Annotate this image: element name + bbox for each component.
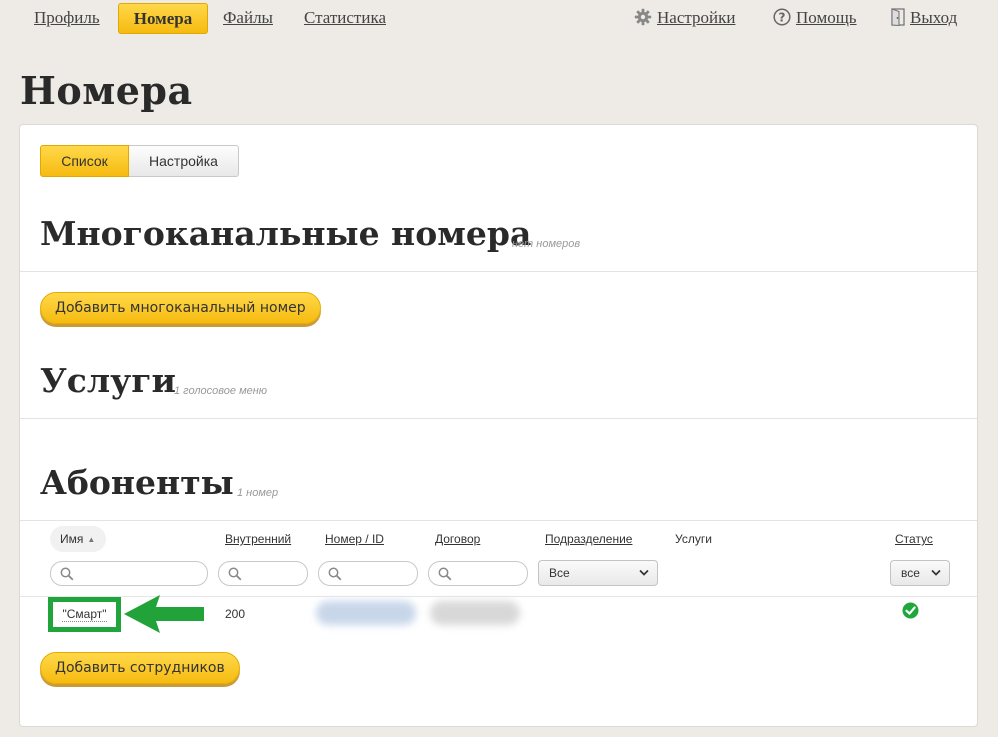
subscriber-internal: 200	[225, 607, 246, 621]
number-filter-input[interactable]	[318, 561, 418, 586]
department-select[interactable]: Все	[538, 560, 658, 586]
name-filter-input[interactable]	[50, 561, 208, 586]
status-select[interactable]: все	[890, 560, 950, 586]
subscribers-title: Абоненты	[40, 463, 234, 502]
view-switcher: Список Настройка	[40, 145, 239, 177]
search-icon	[228, 567, 242, 581]
tab-list[interactable]: Список	[40, 145, 129, 177]
department-select-value: Все	[549, 566, 570, 580]
numbers-panel: Список Настройка Многоканальные номера н…	[19, 124, 978, 727]
nav-logout-label: Выход	[910, 8, 958, 27]
nav-numbers-tab[interactable]: Номера	[118, 3, 208, 34]
nav-logout[interactable]: Выход	[891, 8, 957, 28]
page-title: Номера	[20, 68, 193, 113]
green-arrow-icon	[124, 595, 204, 633]
door-exit-icon	[891, 8, 905, 26]
subscriber-name: "Смарт"	[62, 607, 107, 622]
search-icon	[438, 567, 452, 581]
col-department-header[interactable]: Подразделение	[545, 532, 632, 546]
nav-profile-link[interactable]: Профиль	[34, 8, 100, 28]
top-nav: Профиль Номера Файлы Статистика Настройк…	[0, 0, 998, 38]
sort-asc-icon: ▲	[87, 535, 96, 544]
col-contract-header[interactable]: Договор	[435, 532, 480, 546]
status-select-value: все	[901, 566, 920, 580]
nav-settings-label: Настройки	[657, 8, 736, 27]
multichannel-title: Многоканальные номера	[40, 214, 532, 253]
gear-icon	[634, 8, 652, 26]
add-employees-button[interactable]: Добавить сотрудников	[40, 652, 240, 684]
internal-filter-input[interactable]	[218, 561, 308, 586]
redacted-number	[316, 601, 416, 625]
subscribers-note: 1 номер	[237, 487, 279, 499]
nav-settings[interactable]: Настройки	[634, 8, 735, 28]
nav-help-label: Помощь	[796, 8, 857, 27]
divider	[20, 520, 977, 521]
divider	[20, 418, 977, 419]
nav-stats-link[interactable]: Статистика	[304, 8, 386, 28]
col-name-header[interactable]: Имя ▲	[50, 526, 106, 552]
divider	[20, 271, 977, 272]
chevron-down-icon	[931, 569, 941, 576]
check-circle-icon	[902, 602, 919, 619]
services-title: Услуги	[40, 361, 176, 400]
contract-filter-input[interactable]	[428, 561, 528, 586]
search-icon	[60, 567, 74, 581]
col-services-header: Услуги	[675, 532, 712, 546]
chevron-down-icon	[639, 569, 649, 576]
table-row-name-highlight: "Смарт"	[48, 597, 121, 632]
add-multichannel-button[interactable]: Добавить многоканальный номер	[40, 292, 321, 324]
svg-text:?: ?	[779, 11, 786, 25]
services-note: 1 голосовое меню	[174, 385, 268, 397]
col-number-header[interactable]: Номер / ID	[325, 532, 384, 546]
col-status-header[interactable]: Статус	[895, 532, 933, 546]
multichannel-note: нет номеров	[512, 238, 581, 250]
col-internal-header[interactable]: Внутренний	[225, 532, 291, 546]
nav-files-link[interactable]: Файлы	[223, 8, 273, 28]
redacted-contract	[430, 601, 520, 625]
tab-setup[interactable]: Настройка	[129, 145, 239, 177]
help-circle-icon: ?	[773, 8, 791, 26]
search-icon	[328, 567, 342, 581]
subscriber-name-link[interactable]: "Смарт"	[53, 602, 116, 627]
nav-help[interactable]: ? Помощь	[773, 8, 857, 28]
col-name-label: Имя	[60, 532, 84, 546]
